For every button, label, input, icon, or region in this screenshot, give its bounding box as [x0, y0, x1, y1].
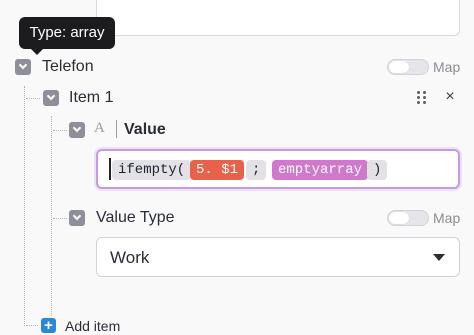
telefon-map-toggle[interactable]: [387, 59, 429, 75]
value-type-map-label: Map: [433, 210, 461, 226]
text-type-icon: A: [94, 120, 105, 136]
value-type-collapse-icon[interactable]: [69, 210, 85, 226]
remove-item-icon[interactable]: ×: [442, 89, 458, 105]
tree-guide-line: [26, 325, 38, 326]
value-collapse-icon[interactable]: [69, 122, 85, 138]
add-item-icon[interactable]: +: [41, 318, 56, 333]
tree-guide-line: [51, 116, 52, 316]
text-cursor: [109, 158, 111, 180]
tree-guide-line: [24, 86, 25, 326]
telefon-map-label: Map: [433, 59, 461, 75]
tree-guide-line: [53, 130, 67, 131]
type-tooltip: Type: array: [19, 17, 115, 55]
value-type-label: Value Type: [96, 209, 175, 226]
previous-field-input[interactable]: [96, 0, 460, 36]
separator-token[interactable]: ;: [246, 160, 267, 180]
value-type-map-toggle[interactable]: [387, 210, 429, 226]
chevron-down-icon: [433, 254, 445, 261]
closing-paren-token[interactable]: ): [367, 160, 388, 180]
tree-guide-line: [26, 98, 40, 99]
tree-guide-line: [53, 218, 67, 219]
variable-token[interactable]: 5. $1: [190, 160, 245, 180]
item-label: Item 1: [69, 89, 114, 106]
item-collapse-icon[interactable]: [43, 90, 59, 106]
telefon-label: Telefon: [42, 58, 94, 75]
function-token-ifempty[interactable]: ifempty(: [112, 160, 192, 180]
add-item-button[interactable]: Add item: [65, 318, 120, 334]
keyword-token-emptyarray[interactable]: emptyarray: [272, 160, 369, 180]
telefon-collapse-icon[interactable]: [15, 59, 31, 75]
value-label: Value: [124, 121, 166, 138]
value-type-select[interactable]: Work: [96, 237, 460, 277]
drag-handle-icon[interactable]: [416, 90, 428, 106]
type-separator: [116, 120, 117, 138]
value-type-selected: Work: [110, 248, 150, 267]
